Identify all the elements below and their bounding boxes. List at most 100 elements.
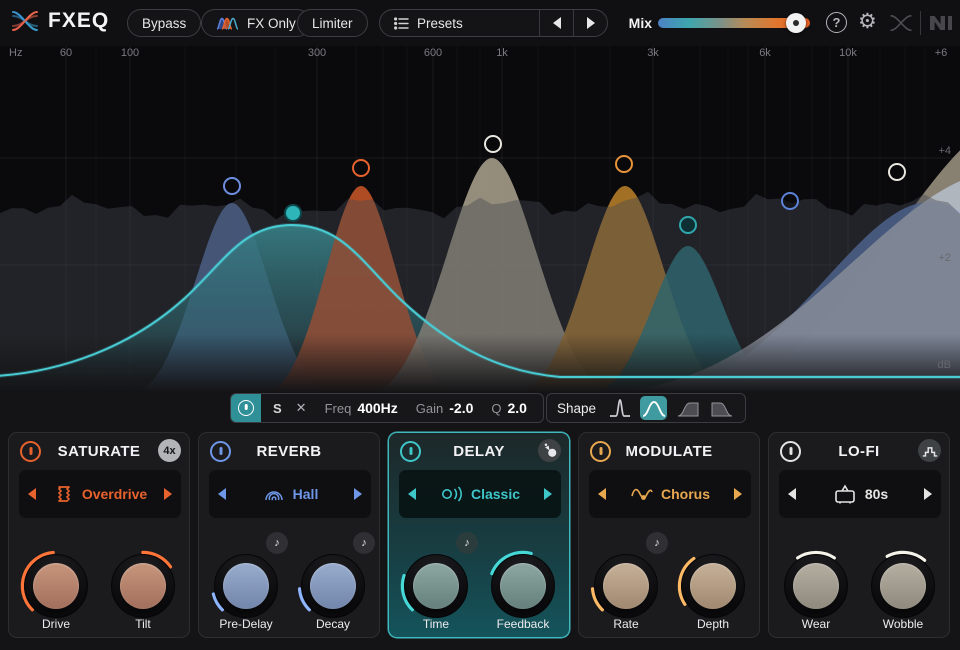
eq-handle-5[interactable] bbox=[616, 156, 632, 172]
shape-notch-button[interactable] bbox=[606, 396, 633, 420]
eq-display[interactable]: +4+2dB bbox=[0, 46, 960, 392]
eq-handle-4[interactable] bbox=[485, 136, 501, 152]
knob-label-depth: Depth bbox=[668, 617, 758, 631]
low-shelf-shape-icon bbox=[675, 397, 701, 419]
mode-prev-arrow[interactable] bbox=[28, 488, 36, 500]
knob-decay[interactable] bbox=[295, 548, 371, 624]
knob-pre-delay[interactable] bbox=[208, 548, 284, 624]
mode-next-arrow[interactable] bbox=[734, 488, 742, 500]
mode-next-arrow[interactable] bbox=[354, 488, 362, 500]
db-label: +4 bbox=[938, 145, 951, 157]
shape-low-shelf-button[interactable] bbox=[674, 396, 701, 420]
fxeq-mark-dimmed-icon[interactable] bbox=[889, 14, 913, 32]
eq-handle-3[interactable] bbox=[353, 160, 369, 176]
knob-label-feedback: Feedback bbox=[478, 617, 568, 631]
freq-tick-label: 300 bbox=[308, 47, 326, 59]
tempo-sync-note-button[interactable]: ♪ bbox=[646, 532, 668, 554]
preset-next-button[interactable] bbox=[574, 10, 607, 36]
freq-tick-label: 100 bbox=[121, 47, 139, 59]
shape-bell-button[interactable] bbox=[640, 396, 667, 420]
freq-tick-label: 60 bbox=[60, 47, 72, 59]
mode-prev-arrow[interactable] bbox=[218, 488, 226, 500]
module-card-lo-fi[interactable]: LO-FI 80s Wear bbox=[768, 432, 950, 638]
eq-handle-6[interactable] bbox=[680, 217, 696, 233]
freq-tick-label: +6 bbox=[935, 47, 948, 59]
freq-label: Freq bbox=[325, 401, 352, 416]
tempo-sync-note-button[interactable]: ♪ bbox=[456, 532, 478, 554]
steps-icon[interactable] bbox=[918, 439, 941, 462]
eq-graph-svg[interactable]: +4+2dB bbox=[0, 46, 960, 392]
knob-tilt[interactable] bbox=[105, 548, 181, 624]
preset-prev-button[interactable] bbox=[540, 10, 573, 36]
knob-drive[interactable] bbox=[18, 548, 94, 624]
mode-prev-arrow[interactable] bbox=[598, 488, 606, 500]
mode-selector-reverb[interactable]: Hall bbox=[209, 470, 371, 518]
mode-selector-delay[interactable]: Classic bbox=[399, 470, 561, 518]
module-card-modulate[interactable]: MODULATE Chorus Rate♪ bbox=[578, 432, 760, 638]
band-solo-button[interactable]: S bbox=[273, 401, 282, 416]
mode-prev-arrow[interactable] bbox=[788, 488, 796, 500]
app-title: FXEQ bbox=[48, 9, 109, 33]
freq-tick-label: 3k bbox=[647, 47, 659, 59]
eq-handle-1[interactable] bbox=[224, 178, 240, 194]
tempo-sync-note-button[interactable]: ♪ bbox=[353, 532, 375, 554]
knob-label-wear: Wear bbox=[771, 617, 861, 631]
mode-prev-arrow[interactable] bbox=[408, 488, 416, 500]
freq-value[interactable]: 400Hz bbox=[357, 400, 397, 416]
mode-name: Overdrive bbox=[82, 486, 147, 502]
mode-next-arrow[interactable] bbox=[164, 488, 172, 500]
band-close-icon[interactable]: ✕ bbox=[296, 400, 307, 416]
mode-next-arrow[interactable] bbox=[544, 488, 552, 500]
mode-selector-modulate[interactable]: Chorus bbox=[589, 470, 751, 518]
mode-name: 80s bbox=[865, 486, 888, 502]
db-label: dB bbox=[938, 359, 951, 371]
fxeq-logo-icon bbox=[10, 9, 40, 33]
freq-tick-label: 1k bbox=[496, 47, 508, 59]
band-power-button[interactable] bbox=[231, 394, 261, 422]
tempo-sync-note-button[interactable]: ♪ bbox=[266, 532, 288, 554]
frequency-scale: Hz601003006001k3k6k10k+6 bbox=[0, 46, 960, 62]
knob-label-tilt: Tilt bbox=[98, 617, 188, 631]
module-card-delay[interactable]: DELAY Classic Time♪ bbox=[388, 432, 570, 638]
knob-label-rate: Rate bbox=[581, 617, 671, 631]
mix-slider-thumb[interactable] bbox=[786, 13, 806, 33]
bell-shape-icon bbox=[641, 397, 667, 419]
mode-name: Hall bbox=[293, 486, 319, 502]
help-button[interactable]: ? bbox=[826, 12, 847, 33]
module-card-saturate[interactable]: SATURATE 4x Overdrive Drive bbox=[8, 432, 190, 638]
fx-only-button[interactable]: FX Only bbox=[201, 9, 311, 37]
mode-selector-lo-fi[interactable]: 80s bbox=[779, 470, 941, 518]
knob-rate[interactable] bbox=[588, 548, 664, 624]
limiter-button[interactable]: Limiter bbox=[297, 9, 368, 37]
eq-handle-2[interactable] bbox=[285, 205, 301, 221]
shape-high-shelf-button[interactable] bbox=[708, 396, 735, 420]
knob-time[interactable] bbox=[398, 548, 474, 624]
module-card-reverb[interactable]: REVERB Hall Pre-Delay ♪ bbox=[198, 432, 380, 638]
knob-wobble[interactable] bbox=[865, 548, 941, 624]
top-bar: FXEQ Bypass FX Only Limiter bbox=[0, 0, 960, 46]
mix-label: Mix bbox=[618, 0, 652, 46]
presets-label[interactable]: Presets bbox=[417, 16, 539, 31]
knob-wear[interactable] bbox=[778, 548, 854, 624]
knob-feedback[interactable] bbox=[485, 548, 561, 624]
oversampling-badge[interactable]: 4x bbox=[158, 439, 181, 462]
mode-selector-saturate[interactable]: Overdrive bbox=[19, 470, 181, 518]
eq-handle-8[interactable] bbox=[889, 164, 905, 180]
knob-label-pre-delay: Pre-Delay bbox=[201, 617, 291, 631]
gain-value[interactable]: -2.0 bbox=[449, 400, 473, 416]
knob-depth[interactable] bbox=[675, 548, 751, 624]
q-value[interactable]: 2.0 bbox=[508, 400, 527, 416]
freq-tick-label: 10k bbox=[839, 47, 857, 59]
gain-label: Gain bbox=[416, 401, 443, 416]
module-title-reverb: REVERB bbox=[199, 443, 379, 460]
settings-gear-icon[interactable]: ⚙ bbox=[858, 11, 877, 32]
ping-icon[interactable] bbox=[538, 439, 561, 462]
bypass-button[interactable]: Bypass bbox=[127, 9, 201, 37]
freq-tick-label: 6k bbox=[759, 47, 771, 59]
ni-logo bbox=[928, 13, 954, 33]
mode-next-arrow[interactable] bbox=[924, 488, 932, 500]
presets-control: Presets bbox=[379, 9, 608, 37]
mode-display: Chorus bbox=[611, 470, 729, 518]
overdrive-icon bbox=[53, 484, 75, 504]
eq-handle-7[interactable] bbox=[782, 193, 798, 209]
